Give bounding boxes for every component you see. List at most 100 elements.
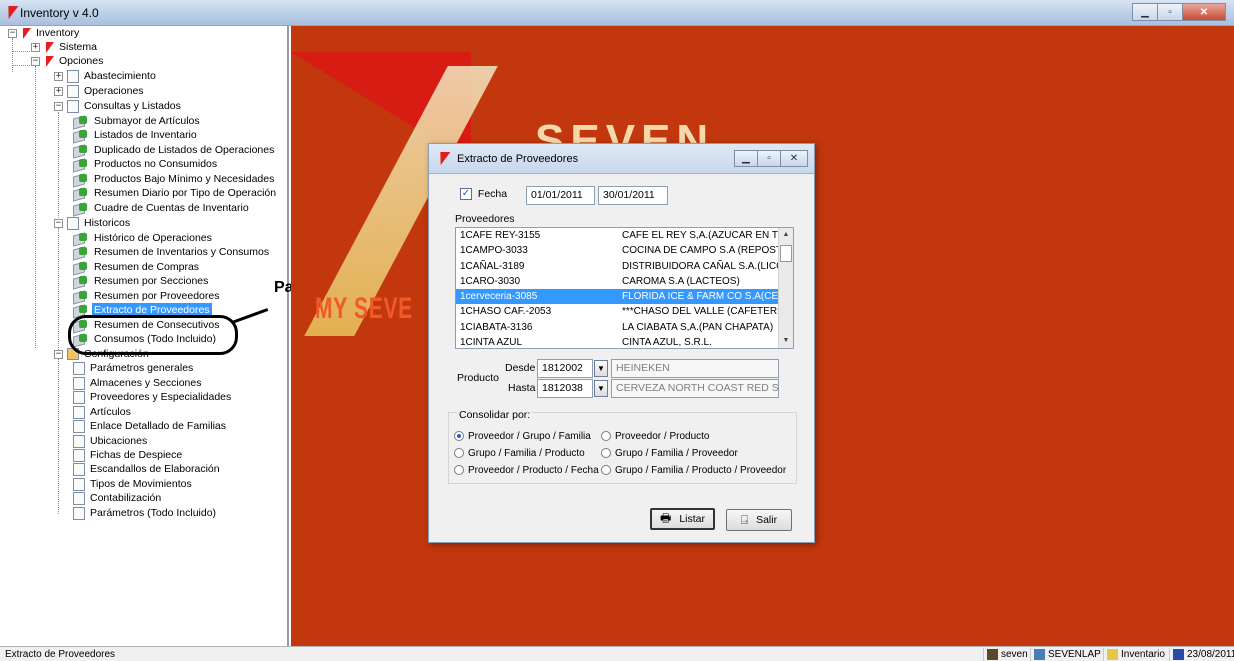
salir-button[interactable]: ⍈ Salir: [726, 509, 792, 531]
hasta-code-field[interactable]: 1812038: [537, 379, 593, 398]
fecha-checkbox[interactable]: ✓: [460, 188, 472, 201]
expand-icon[interactable]: +: [54, 72, 63, 81]
proveedor-row[interactable]: 1CHASO CAF.-2053 ***CHASO DEL VALLE (CAFE…: [456, 304, 793, 319]
consolidar-group: Consolidar por: Proveedor / Grupo / Fami…: [448, 409, 797, 484]
tree-item-consultas[interactable]: Consultas y Listados: [67, 99, 183, 113]
tree-item-fichas[interactable]: Fichas de Despiece: [73, 448, 184, 462]
dialog-maximize-button[interactable]: ▫: [757, 150, 781, 167]
proveedor-row[interactable]: 1cerveceria-3085 FLORIDA ICE & FARM CO S.…: [456, 289, 793, 305]
tree-item-resumen-secciones[interactable]: Resumen por Secciones: [73, 274, 210, 288]
tree-item-resumen-compras[interactable]: Resumen de Compras: [73, 260, 201, 274]
tree-item-operaciones[interactable]: Operaciones: [67, 84, 146, 98]
minimize-button[interactable]: ▁: [1132, 3, 1158, 21]
proveedor-row[interactable]: 1CARO-3030 CAROMA S.A (LACTEOS): [456, 274, 793, 289]
tree-item-parametros-todo[interactable]: Parámetros (Todo Incluido): [73, 506, 218, 520]
folder-document-icon: [67, 216, 79, 230]
scroll-down-icon[interactable]: ▼: [779, 334, 793, 348]
folder-document-icon: [67, 84, 79, 98]
collapse-icon[interactable]: −: [31, 57, 40, 66]
proveedor-row[interactable]: 1CAÑAL-3189 DISTRIBUIDORA CAÑAL S.A.(LICO: [456, 259, 793, 274]
radio-icon[interactable]: [454, 465, 464, 476]
expand-icon[interactable]: +: [54, 87, 63, 96]
proveedores-scrollbar[interactable]: ▲ ▼: [778, 228, 793, 348]
sistema-icon: [41, 41, 55, 53]
tree-item-historicos[interactable]: Historicos: [67, 216, 132, 230]
tree-item-resumen-diario[interactable]: Resumen Diario por Tipo de Operación: [73, 186, 278, 200]
tree-item-bajo-minimo[interactable]: Productos Bajo Mínimo y Necesidades: [73, 172, 276, 186]
tree-item-parametros[interactable]: Parámetros generales: [73, 361, 195, 375]
proveedor-code: 1CHASO CAF.-2053: [460, 306, 552, 318]
date-from-field[interactable]: 01/01/2011: [526, 186, 595, 205]
tree-item-ubicaciones[interactable]: Ubicaciones: [73, 434, 149, 448]
collapse-icon[interactable]: −: [8, 29, 17, 38]
option-grupo-familia-producto-proveedor[interactable]: Grupo / Familia / Producto / Proveedor: [601, 465, 786, 476]
scroll-thumb[interactable]: [780, 245, 792, 262]
option-grupo-familia-producto[interactable]: Grupo / Familia / Producto: [454, 448, 585, 459]
tree-item-tipos-movimientos[interactable]: Tipos de Movimientos: [73, 477, 194, 491]
radio-selected-icon[interactable]: [454, 431, 464, 442]
fecha-checkbox-row[interactable]: ✓ Fecha: [460, 188, 507, 201]
tree-item-escandallos[interactable]: Escandallos de Elaboración: [73, 462, 222, 476]
navigation-tree: − Inventory + Sistema − Opciones + Abast…: [0, 26, 289, 646]
proveedor-name: DISTRIBUIDORA CAÑAL S.A.(LICO: [622, 260, 780, 272]
expand-icon[interactable]: +: [31, 43, 40, 52]
listar-button[interactable]: 🖶 Listar: [650, 508, 715, 530]
proveedor-row[interactable]: 1CAFE REY-3155 CAFE EL REY S,A.(AZUCAR EN…: [456, 228, 793, 243]
document-icon: [73, 390, 85, 404]
radio-icon[interactable]: [454, 448, 464, 459]
tree-item-almacenes[interactable]: Almacenes y Secciones: [73, 376, 203, 390]
dialog-close-button[interactable]: ✕: [780, 150, 808, 167]
tree-item-abastecimiento[interactable]: Abastecimiento: [67, 69, 158, 83]
collapse-icon[interactable]: −: [54, 219, 63, 228]
date-to-field[interactable]: 30/01/2011: [598, 186, 668, 205]
desde-dropdown-icon[interactable]: ▼: [594, 360, 608, 377]
tree-item-cuadre[interactable]: Cuadre de Cuentas de Inventario: [73, 201, 251, 215]
option-grupo-familia-proveedor[interactable]: Grupo / Familia / Proveedor: [601, 448, 738, 459]
proveedor-row[interactable]: 1CIABATA-3136 LA CIABATA S,A.(PAN CHAPATA…: [456, 320, 793, 335]
proveedor-code: 1CIABATA-3136: [460, 321, 533, 333]
tree-root-inventory[interactable]: Inventory: [18, 26, 81, 40]
proveedor-code: 1CAÑAL-3189: [460, 260, 525, 272]
radio-icon[interactable]: [601, 431, 611, 442]
tree-item-articulos[interactable]: Artículos: [73, 405, 133, 419]
exit-door-icon: ⍈: [740, 512, 749, 527]
proveedores-label: Proveedores: [455, 213, 515, 225]
brand-text: MY SEVE: [315, 292, 413, 325]
dialog-minimize-button[interactable]: ▁: [734, 150, 758, 167]
tree-item-listados[interactable]: Listados de Inventario: [73, 128, 199, 142]
tree-item-resumen-proveedores[interactable]: Resumen por Proveedores: [73, 289, 221, 303]
desde-label: Desde: [505, 362, 536, 374]
tree-item-sistema[interactable]: Sistema: [41, 40, 99, 54]
scroll-up-icon[interactable]: ▲: [779, 228, 793, 242]
proveedor-code: 1CINTA AZUL: [460, 337, 523, 349]
window-controls: ▁ ▫ ✕: [1132, 3, 1226, 21]
tree-item-enlace[interactable]: Enlace Detallado de Familias: [73, 419, 228, 433]
hasta-dropdown-icon[interactable]: ▼: [594, 380, 608, 397]
tree-item-proveedores[interactable]: Proveedores y Especialidades: [73, 390, 233, 404]
tree-item-contabilizacion[interactable]: Contabilización: [73, 491, 163, 505]
proveedor-code: 1CARO-3030: [460, 275, 521, 287]
collapse-icon[interactable]: −: [54, 350, 63, 359]
tree-item-historico-operaciones[interactable]: Histórico de Operaciones: [73, 231, 214, 245]
close-button[interactable]: ✕: [1182, 3, 1226, 21]
option-proveedor-grupo-familia[interactable]: Proveedor / Grupo / Familia: [454, 431, 591, 442]
proveedores-list[interactable]: 1CAFE REY-3155 CAFE EL REY S,A.(AZUCAR EN…: [455, 227, 794, 349]
option-proveedor-producto-fecha[interactable]: Proveedor / Producto / Fecha: [454, 465, 599, 476]
computer-icon: [1034, 649, 1045, 660]
tree-item-resumen-inventarios[interactable]: Resumen de Inventarios y Consumos: [73, 245, 271, 259]
tree-item-no-consumidos[interactable]: Productos no Consumidos: [73, 157, 219, 171]
tree-item-submayor[interactable]: Submayor de Artículos: [73, 114, 202, 128]
option-proveedor-producto[interactable]: Proveedor / Producto: [601, 431, 710, 442]
proveedor-code: 1CAFE REY-3155: [460, 230, 541, 241]
desde-code-field[interactable]: 1812002: [537, 359, 593, 378]
radio-icon[interactable]: [601, 465, 611, 476]
radio-icon[interactable]: [601, 448, 611, 459]
tree-item-opciones[interactable]: Opciones: [41, 54, 105, 68]
maximize-button[interactable]: ▫: [1157, 3, 1183, 21]
proveedor-row[interactable]: 1CAMPO-3033 COCINA DE CAMPO S.A (REPOSTE: [456, 243, 793, 258]
collapse-icon[interactable]: −: [54, 102, 63, 111]
proveedor-row[interactable]: 1CINTA AZUL CINTA AZUL, S.R.L.: [456, 335, 793, 349]
proveedor-name: LA CIABATA S,A.(PAN CHAPATA): [622, 321, 774, 333]
report-icon: [73, 275, 88, 287]
tree-item-duplicado[interactable]: Duplicado de Listados de Operaciones: [73, 143, 276, 157]
